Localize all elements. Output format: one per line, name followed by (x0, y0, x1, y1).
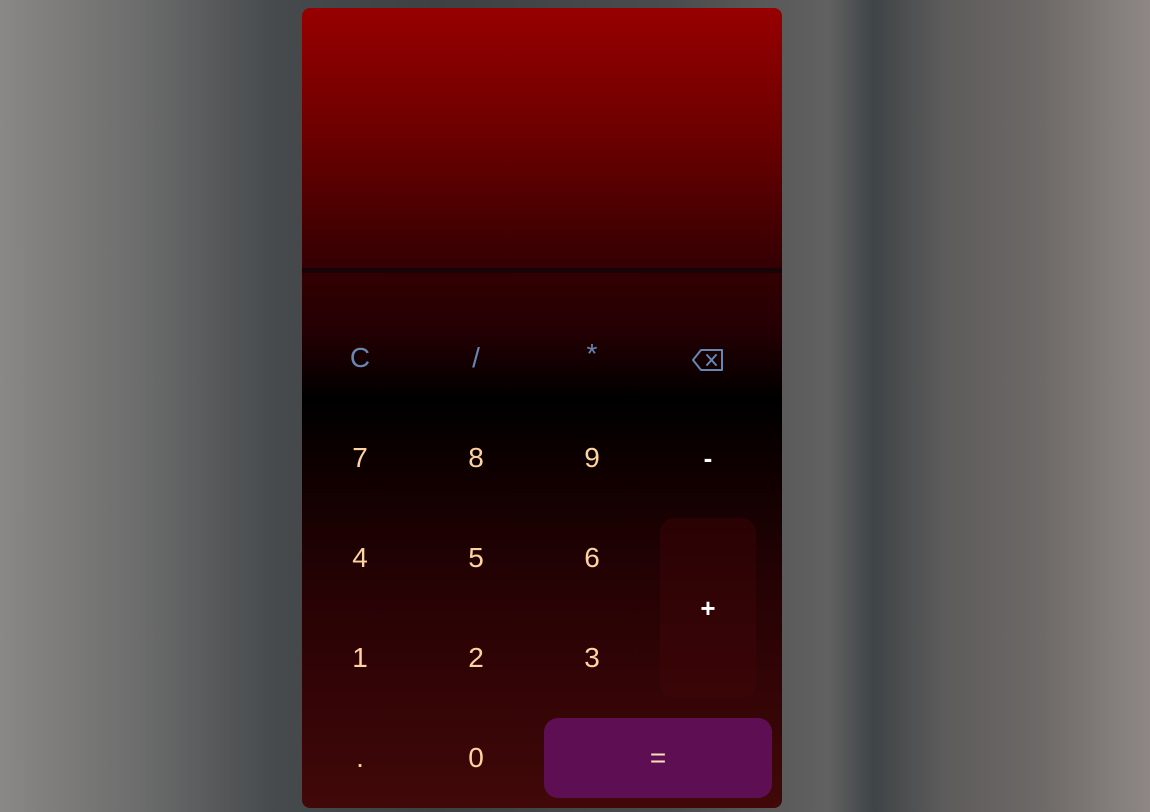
backspace-button[interactable] (650, 310, 766, 410)
digit-7-button[interactable]: 7 (302, 408, 418, 508)
minus-button[interactable]: - (650, 408, 766, 508)
digit-2-button[interactable]: 2 (418, 608, 534, 708)
digit-0-button[interactable]: 0 (418, 708, 534, 808)
equals-button[interactable]: = (544, 718, 772, 798)
divide-button[interactable]: / (418, 308, 534, 408)
digit-6-button[interactable]: 6 (534, 508, 650, 608)
display (302, 8, 782, 268)
digit-3-button[interactable]: 3 (534, 608, 650, 708)
multiply-button[interactable]: * (534, 304, 650, 404)
calculator: C / * 7 8 9 - 4 5 6 + 1 2 3 . 0 = (302, 8, 782, 808)
digit-1-button[interactable]: 1 (302, 608, 418, 708)
display-divider (302, 268, 782, 273)
digit-9-button[interactable]: 9 (534, 408, 650, 508)
backspace-icon (691, 348, 725, 372)
digit-5-button[interactable]: 5 (418, 508, 534, 608)
decimal-button[interactable]: . (302, 708, 418, 808)
clear-button[interactable]: C (302, 308, 418, 408)
plus-button[interactable]: + (660, 518, 756, 698)
digit-4-button[interactable]: 4 (302, 508, 418, 608)
digit-8-button[interactable]: 8 (418, 408, 534, 508)
